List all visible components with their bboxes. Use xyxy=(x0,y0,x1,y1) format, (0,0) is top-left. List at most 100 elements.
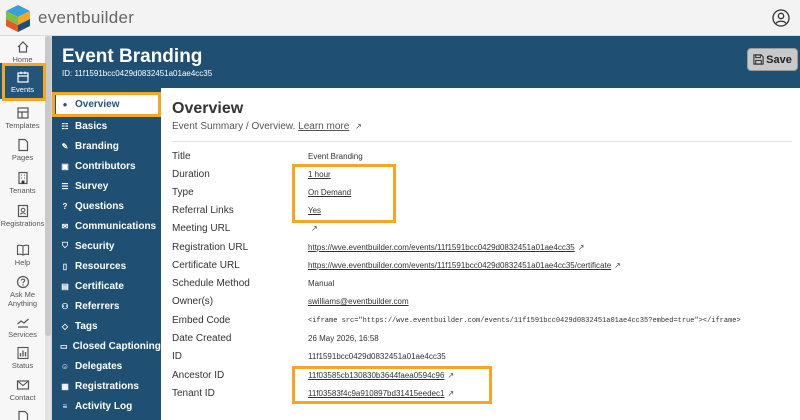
subnav-closed-captioning[interactable]: ▭ Closed Captioning xyxy=(56,336,161,356)
row-label: Duration xyxy=(172,169,210,180)
page-title: Event Branding xyxy=(62,46,203,67)
subnav-tags[interactable]: ◇ Tags xyxy=(56,316,160,336)
row-embed-code: Embed Code <iframe src="https://wve.even… xyxy=(172,315,792,331)
subnav-contributors[interactable]: ▣ Contributors xyxy=(56,156,160,176)
nav-tenants-label: Tenants xyxy=(9,186,36,195)
users-icon: ⚇ xyxy=(61,301,69,311)
events-highlight-box xyxy=(2,63,46,101)
save-button[interactable]: Save xyxy=(747,48,798,71)
subnav-registrations[interactable]: ▦ Registrations xyxy=(56,376,160,396)
subnav-communications[interactable]: ✉ Communications xyxy=(56,216,160,236)
subnav-resources[interactable]: ▯ Resources xyxy=(56,256,160,276)
subnav-questions-label: Questions xyxy=(75,200,124,212)
clipboard-icon: ▦ xyxy=(61,381,69,391)
external-link-icon[interactable]: ↗ xyxy=(578,243,585,252)
subnav-activity-log[interactable]: ≡ Activity Log xyxy=(56,396,160,416)
owner-email-link[interactable]: swilliams@eventbuilder.com xyxy=(308,297,409,306)
row-label: Registration URL xyxy=(172,242,249,253)
nav-pages-label: Pages xyxy=(11,153,34,162)
building-icon xyxy=(17,171,28,185)
nav-services[interactable]: Services xyxy=(0,315,45,340)
subnav-branding[interactable]: ✎ Branding xyxy=(56,136,160,156)
nav-registrations-label: Registrations xyxy=(0,219,45,228)
subnav-registrations-label: Registrations xyxy=(75,380,139,392)
nav-pages[interactable]: Pages xyxy=(0,138,45,163)
nav-help-label: Help xyxy=(14,258,31,267)
row-date-created: Date Created 26 May 2026, 16:58 xyxy=(172,333,792,349)
nav-home[interactable]: Home xyxy=(0,40,45,65)
ancestor-tenant-highlight-box xyxy=(292,366,492,404)
subnav-referrers[interactable]: ⚇ Referrers xyxy=(56,296,160,316)
title-value: Event Branding xyxy=(308,152,363,161)
brush-icon: ✎ xyxy=(61,141,69,151)
file-icon: ▯ xyxy=(62,261,68,271)
nav-help[interactable]: Help xyxy=(0,243,45,268)
event-id: ID: 11f1591bcc0429d0832451a01ae4cc35 xyxy=(62,69,213,78)
nav-status[interactable]: Status xyxy=(0,346,45,371)
nav-templates[interactable]: Templates xyxy=(0,106,45,131)
top-bar: eventbuilder xyxy=(0,0,800,36)
nav-more[interactable] xyxy=(0,410,45,420)
nav-tenants[interactable]: Tenants xyxy=(0,171,45,196)
nav-ask-me-anything[interactable]: Ask Me Anything xyxy=(0,275,45,308)
row-id: ID 11f1591bcc0429d0832451a01ae4cc35 xyxy=(172,351,792,367)
learn-more-link[interactable]: Learn more xyxy=(298,121,349,132)
subnav-contributors-label: Contributors xyxy=(75,160,136,172)
row-label: Owner(s) xyxy=(172,296,214,307)
registration-url-value: https://wve.eventbuilder.com/events/11f1… xyxy=(308,243,584,252)
subnav-security[interactable]: ⛉ Security xyxy=(56,236,160,256)
nav-registrations[interactable]: Registrations xyxy=(0,204,45,229)
row-label: Date Created xyxy=(172,333,232,344)
row-label: Certificate URL xyxy=(172,260,240,271)
date-created-value: 26 May 2026, 16:58 xyxy=(308,334,379,343)
embed-code-value[interactable]: <iframe src="https://wve.eventbuilder.co… xyxy=(308,317,741,325)
row-title: Title Event Branding xyxy=(172,151,792,167)
user-account-icon[interactable] xyxy=(772,9,790,27)
external-link-icon[interactable]: ↗ xyxy=(311,224,318,233)
templates-icon xyxy=(16,107,29,119)
row-label: Type xyxy=(172,187,194,198)
row-duration: Duration 1 hour xyxy=(172,169,792,185)
list-icon: ☰ xyxy=(61,181,69,191)
subnav-certificate[interactable]: ▤ Certificate xyxy=(56,276,160,296)
registration-url-link[interactable]: https://wve.eventbuilder.com/events/11f1… xyxy=(308,243,575,252)
bar-chart-icon xyxy=(16,346,29,360)
certificate-url-link[interactable]: https://wve.eventbuilder.com/events/11f1… xyxy=(308,261,611,270)
row-owners: Owner(s) swilliams@eventbuilder.com xyxy=(172,296,792,312)
subnav-questions[interactable]: ? Questions xyxy=(56,196,160,216)
services-icon xyxy=(16,318,29,328)
overview-subtitle-text: Event Summary / Overview. xyxy=(172,121,296,132)
external-link-icon[interactable]: ↗ xyxy=(355,122,362,131)
question-icon: ? xyxy=(62,201,68,211)
nav-templates-label: Templates xyxy=(5,121,40,130)
row-label: Embed Code xyxy=(172,315,231,326)
eventbuilder-logo-icon[interactable] xyxy=(4,3,32,33)
external-link-icon[interactable]: ↗ xyxy=(614,261,621,270)
nav-contact[interactable]: Contact xyxy=(0,378,45,403)
row-schedule-method: Schedule Method Manual xyxy=(172,278,792,294)
subnav-basics[interactable]: ☷ Basics xyxy=(56,116,160,136)
subnav-branding-label: Branding xyxy=(75,140,119,152)
row-label: Tenant ID xyxy=(172,388,215,399)
tag-icon: ◇ xyxy=(61,321,69,331)
brand-name[interactable]: eventbuilder xyxy=(38,8,134,28)
user-plus-icon: ☺ xyxy=(60,361,70,371)
nav-services-label: Services xyxy=(8,330,37,339)
id-value: 11f1591bcc0429d0832451a01ae4cc35 xyxy=(308,352,446,361)
nav-contact-label: Contact xyxy=(9,393,36,402)
cc-icon: ▭ xyxy=(60,341,68,351)
floppy-disk-icon xyxy=(753,54,764,65)
id-card-icon: ▣ xyxy=(61,161,69,171)
registrations-icon xyxy=(17,204,28,218)
home-icon xyxy=(17,41,28,53)
subnav-survey[interactable]: ☰ Survey xyxy=(56,176,160,196)
nav-ask-me-anything-label: Ask Me Anything xyxy=(7,290,38,308)
duration-type-referral-highlight-box xyxy=(292,164,396,223)
subnav-delegates[interactable]: ☺ Delegates xyxy=(56,356,160,376)
row-registration-url: Registration URL https://wve.eventbuilde… xyxy=(172,242,792,258)
subnav-resources-label: Resources xyxy=(75,260,127,272)
subnav-basics-label: Basics xyxy=(75,120,108,132)
overview-subtitle: Event Summary / Overview. Learn more ↗ xyxy=(172,121,362,132)
subnav-certificate-label: Certificate xyxy=(75,280,124,292)
envelope-icon: ✉ xyxy=(61,221,69,231)
